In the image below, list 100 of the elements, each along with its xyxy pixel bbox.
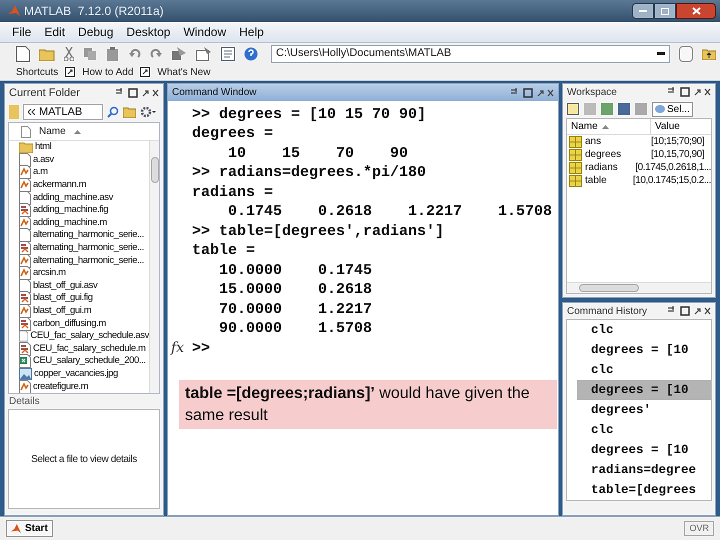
simulink-icon[interactable] [171, 46, 187, 60]
listing-entry[interactable]: blast_off_gui.asv [33, 280, 98, 292]
listing-entry[interactable]: ackermann.m [33, 179, 86, 192]
command-line: radians = [192, 182, 274, 202]
command-line: 10.0000 0.1745 [218, 260, 372, 280]
browse-button[interactable] [679, 46, 693, 62]
menu-item[interactable]: Desktop [126, 23, 170, 41]
listing-entry[interactable]: adding_machine.m [33, 216, 107, 229]
menu-item[interactable]: Window [183, 23, 226, 41]
document-icon [19, 190, 31, 205]
menu-item[interactable]: File [12, 23, 32, 41]
listing-entry[interactable]: blast_off_gui.fig [33, 292, 93, 304]
document-icon [19, 228, 31, 242]
listing-entry[interactable]: arcsin.m [33, 267, 66, 280]
image-file-icon [19, 368, 32, 380]
horizontal-scrollbar[interactable] [567, 282, 711, 293]
double-chevron-icon[interactable] [28, 109, 35, 115]
menu-item[interactable]: Debug [78, 23, 114, 41]
help-icon[interactable] [244, 46, 258, 60]
open-folder-icon[interactable] [39, 46, 55, 60]
panel-title: Details [9, 395, 40, 409]
listing-entry[interactable]: adding_machine.fig [33, 204, 108, 216]
guide-icon[interactable] [196, 46, 212, 60]
figure-file-icon [19, 203, 31, 218]
menu-item[interactable]: Help [239, 23, 264, 41]
column-header[interactable]: Name [39, 124, 66, 139]
window-title: MATLAB 7.12.0 (R2011a) [24, 3, 164, 20]
shortcut-link[interactable]: Shortcuts [16, 64, 58, 80]
history-entry[interactable]: degrees = [10 [577, 380, 711, 400]
listing-entry[interactable]: CEU_salary_schedule_200... [33, 355, 146, 368]
document-icon [19, 329, 28, 344]
variable-name[interactable]: radians [585, 160, 618, 175]
scrollbar[interactable] [149, 141, 159, 393]
folder-up-icon[interactable] [123, 106, 136, 118]
shortcut-icon[interactable] [65, 67, 76, 77]
column-header[interactable]: Value [651, 119, 680, 134]
note-box: table =[degrees;radians]’ would have given the same result [179, 380, 557, 429]
minimize-icon [639, 10, 647, 12]
up-folder-icon[interactable] [702, 48, 716, 60]
script-file-icon [19, 254, 31, 268]
command-line: >> radians=degrees.*pi/180 [192, 163, 426, 183]
panel-controls-icon[interactable] [115, 88, 159, 98]
search-icon[interactable] [107, 106, 119, 118]
command-line: >> degrees = [10 15 70 90] [192, 104, 426, 124]
minimize-button[interactable] [632, 3, 654, 19]
copy-icon[interactable] [83, 46, 97, 60]
gear-icon[interactable] [140, 106, 156, 118]
listing-entry[interactable]: alternating_harmonic_serie... [33, 229, 144, 242]
listing-entry[interactable]: blast_off_gui.m [33, 305, 92, 318]
panel-controls-icon[interactable] [510, 88, 554, 98]
listing-entry[interactable]: CEU_fac_salary_schedule.asv [30, 330, 149, 342]
variable-value: [10,0.1745;15,0.2... [632, 174, 711, 188]
script-file-icon [19, 216, 31, 230]
breadcrumb-folder[interactable]: MATLAB [39, 104, 82, 120]
menu-item[interactable]: Edit [44, 23, 66, 41]
close-button[interactable] [676, 3, 716, 19]
variable-name[interactable]: degrees [585, 147, 622, 162]
variable-value: [10;15;70;90] [651, 135, 704, 149]
close-icon [692, 7, 700, 15]
undo-icon[interactable] [129, 48, 141, 60]
cut-icon[interactable] [64, 46, 74, 60]
listing-entry[interactable]: alternating_harmonic_serie... [33, 254, 144, 267]
command-line: 70.0000 1.2217 [218, 300, 372, 320]
shortcut-icon[interactable] [140, 67, 150, 77]
redo-icon[interactable] [150, 48, 162, 60]
paste-icon[interactable] [106, 46, 120, 60]
array-icon [569, 162, 582, 174]
shortcut-link[interactable]: What's New [157, 64, 210, 80]
shortcut-link[interactable]: How to Add [82, 64, 134, 80]
listing-entry[interactable]: carbon_diffusing.m [33, 318, 106, 330]
array-icon [569, 136, 582, 148]
listing-entry[interactable]: copper_vacancies.jpg [34, 368, 118, 380]
listing-entry[interactable]: alternating_harmonic_serie... [33, 242, 144, 254]
command-line: 15.0000 0.2618 [218, 280, 372, 300]
panel-controls-icon[interactable] [667, 87, 711, 97]
listing-entry[interactable]: adding_machine.asv [33, 192, 113, 204]
listing-entry[interactable]: html [35, 141, 52, 154]
variable-value: [10,15,70,90] [651, 148, 704, 162]
sort-arrow-icon [602, 124, 609, 128]
command-line: 0.1745 0.2618 1.2217 1.5708 [227, 202, 552, 222]
script-file-icon [19, 304, 31, 318]
profiler-icon[interactable] [221, 46, 235, 60]
breadcrumb-field[interactable]: MATLAB [23, 104, 103, 120]
column-header[interactable]: Name [571, 119, 598, 134]
listing-entry[interactable]: createfigure.m [33, 380, 88, 393]
matlab-logo-icon [8, 5, 20, 17]
panel-controls-icon[interactable] [667, 306, 711, 316]
figure-file-icon [19, 342, 31, 356]
variable-name[interactable]: ans [585, 134, 602, 149]
new-file-icon[interactable] [16, 46, 30, 62]
panel-title: Command History [567, 304, 648, 318]
listing-entry[interactable]: a.m [33, 166, 48, 178]
array-icon [569, 174, 582, 186]
variable-name[interactable]: table [585, 173, 607, 188]
maximize-button[interactable] [654, 3, 676, 19]
document-icon [19, 152, 31, 167]
start-button[interactable]: Start [6, 520, 53, 537]
select-plot-button[interactable]: Sel... [652, 102, 693, 116]
listing-entry[interactable]: CEU_fac_salary_schedule.m [33, 342, 146, 355]
listing-entry[interactable]: a.asv [33, 154, 54, 166]
